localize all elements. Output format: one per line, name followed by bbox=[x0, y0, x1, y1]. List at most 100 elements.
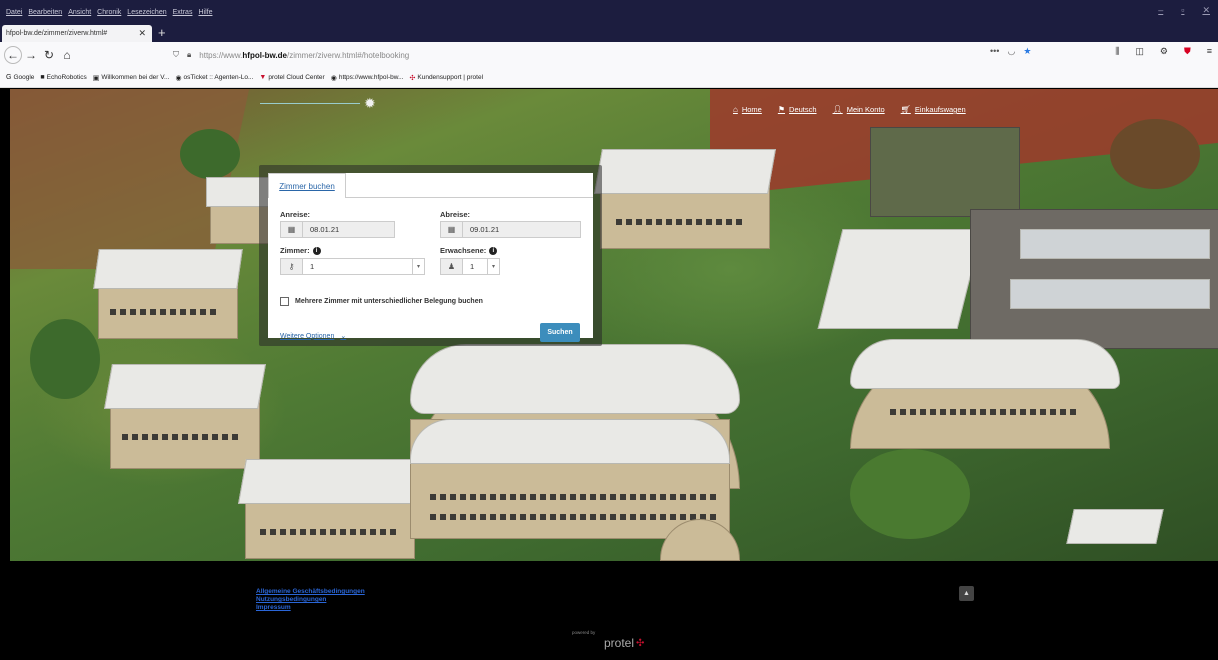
echorobotics-icon: ■ bbox=[40, 74, 45, 81]
windows-shape bbox=[430, 514, 720, 520]
library-icon[interactable]: ⫼ bbox=[1115, 46, 1119, 57]
campus-aerial-image: ✹ ⌂ Home ⚑ Deutsch 👤︎ Mein Konto 🛒︎ Einkaufs… bbox=[10, 89, 1218, 561]
maximize-icon[interactable]: ▫ bbox=[1181, 5, 1184, 16]
ublock-icon[interactable]: ⛊ bbox=[1184, 46, 1191, 57]
footer-links: Allgemeine Geschäftsbedingungen Nutzungs… bbox=[256, 588, 365, 611]
sidebar-icon[interactable]: ◫ bbox=[1135, 46, 1144, 57]
home-icon[interactable]: ⌂ bbox=[58, 46, 76, 64]
bookmark-protel-cloud[interactable]: ▼ protel Cloud Center bbox=[259, 74, 324, 81]
protel-mark-icon: ✣ bbox=[636, 637, 645, 649]
windows-shape bbox=[430, 494, 720, 500]
bookmark-kundensupport[interactable]: ✣ Kundensupport | protel bbox=[410, 74, 484, 82]
forward-arrow-icon[interactable]: → bbox=[22, 46, 40, 64]
tab-title: hfpol-bw.de/zimmer/ziverw.html# bbox=[6, 30, 108, 37]
footer-link-agb[interactable]: Allgemeine Geschäftsbedingungen bbox=[256, 588, 365, 595]
search-button[interactable]: Suchen bbox=[540, 323, 580, 342]
roof-shape bbox=[238, 459, 422, 504]
adults-label-row: Erwachsene: i bbox=[440, 246, 498, 255]
menu-hilfe[interactable]: Hilfe bbox=[198, 9, 212, 16]
bookmark-google[interactable]: G Google bbox=[6, 74, 34, 81]
nav-language-link[interactable]: ⚑ Deutsch bbox=[778, 105, 817, 114]
multi-room-checkbox[interactable] bbox=[280, 297, 289, 306]
page-actions-icon[interactable]: ••• bbox=[990, 46, 999, 57]
bookmark-osticket[interactable]: ◉ osTicket :: Agenten-Lo... bbox=[175, 74, 253, 82]
menu-datei[interactable]: Datei bbox=[6, 9, 22, 16]
google-icon: G bbox=[6, 74, 12, 81]
web-page: ✹ ⌂ Home ⚑ Deutsch 👤︎ Mein Konto 🛒︎ Einkaufs… bbox=[10, 89, 1218, 660]
menu-bearbeiten[interactable]: Bearbeiten bbox=[28, 9, 62, 16]
tab-divider bbox=[346, 197, 593, 198]
close-window-icon[interactable]: ✕ bbox=[1202, 5, 1210, 16]
browser-tab[interactable]: hfpol-bw.de/zimmer/ziverw.html# ✕ bbox=[2, 25, 152, 42]
bookmark-star-icon[interactable]: ★ bbox=[1023, 46, 1031, 57]
roof-shape bbox=[104, 364, 266, 409]
scroll-to-top-button[interactable]: ▲ bbox=[959, 586, 974, 601]
info-icon[interactable]: i bbox=[489, 246, 498, 255]
bookmark-label: EchoRobotics bbox=[46, 74, 87, 81]
lock-icon[interactable]: 🔒︎ bbox=[187, 50, 191, 60]
menu-lesezeichen[interactable]: Lesezeichen bbox=[127, 9, 166, 16]
roof-shape bbox=[850, 339, 1120, 389]
more-options-label: Weitere Optionen bbox=[280, 332, 335, 340]
url-bar[interactable]: ⛉ 🔒︎ https://www. hfpol-bw.de/zimmer/zive… bbox=[173, 46, 1043, 64]
protel-icon: ▼ bbox=[259, 74, 267, 81]
protel-brand: protel bbox=[604, 636, 635, 650]
bookmark-willkommen[interactable]: ▣ Willkommen bei der V... bbox=[93, 74, 170, 82]
close-tab-icon[interactable]: ✕ bbox=[138, 28, 146, 39]
menu-extras[interactable]: Extras bbox=[173, 9, 193, 16]
bookmark-label: osTicket :: Agenten-Lo... bbox=[183, 74, 254, 81]
roof-shape bbox=[410, 419, 730, 464]
bookmark-label: Kundensupport | protel bbox=[417, 74, 484, 81]
user-icon: 👤︎ bbox=[832, 105, 843, 114]
site-logo[interactable]: ✹ bbox=[260, 95, 376, 112]
roof-shape bbox=[93, 249, 243, 289]
calendar-icon: ▦ bbox=[441, 222, 463, 237]
pocket-icon[interactable]: ◡ bbox=[1007, 46, 1015, 57]
protel-logo[interactable]: protel ✣ bbox=[604, 636, 644, 650]
url-actions: ••• ◡ ★ bbox=[990, 46, 1031, 57]
nav-home-link[interactable]: ⌂ Home bbox=[733, 105, 762, 114]
adults-select[interactable]: ♟ 1 ▾ bbox=[440, 258, 500, 275]
rooms-select[interactable]: ⚷ 1 ▾ bbox=[280, 258, 425, 275]
footer-link-impressum[interactable]: Impressum bbox=[256, 604, 365, 611]
more-options-link[interactable]: Weitere Optionen ⌄ bbox=[280, 332, 347, 341]
multi-room-option[interactable]: Mehrere Zimmer mit unterschiedlicher Bel… bbox=[280, 297, 483, 306]
logo-sun-icon: ✹ bbox=[364, 95, 376, 111]
nav-language-label: Deutsch bbox=[789, 105, 817, 114]
arrival-date-field[interactable]: ▦ 08.01.21 bbox=[280, 221, 395, 238]
tab-bar: hfpol-bw.de/zimmer/ziverw.html# ✕ + bbox=[0, 24, 1218, 42]
reload-icon[interactable]: ↻ bbox=[40, 46, 58, 64]
bookmark-label: protel Cloud Center bbox=[268, 74, 325, 81]
bookmark-echorobotics[interactable]: ■ EchoRobotics bbox=[40, 74, 86, 81]
bookmark-label: Google bbox=[13, 74, 35, 81]
green-roof-shape bbox=[870, 127, 1020, 217]
minimize-icon[interactable]: – bbox=[1158, 5, 1163, 16]
departure-date-field[interactable]: ▦ 09.01.21 bbox=[440, 221, 581, 238]
menu-ansicht[interactable]: Ansicht bbox=[68, 9, 91, 16]
rooms-value: 1 bbox=[310, 262, 315, 271]
departure-label: Abreise: bbox=[440, 210, 471, 219]
nav-account-link[interactable]: 👤︎ Mein Konto bbox=[833, 105, 885, 114]
menu-chronik[interactable]: Chronik bbox=[97, 9, 121, 16]
nav-home-label: Home bbox=[741, 105, 762, 114]
back-arrow-icon[interactable]: ← bbox=[4, 46, 22, 64]
tab-zimmer-buchen[interactable]: Zimmer buchen bbox=[268, 173, 346, 198]
windows-shape bbox=[122, 434, 242, 440]
nav-cart-link[interactable]: 🛒︎ Einkaufswagen bbox=[901, 105, 966, 114]
browser-menubar: Datei Bearbeiten Ansicht Chronik Lesezei… bbox=[0, 0, 1218, 24]
bookmark-hfpol[interactable]: ◉ https://www.hfpol-bw... bbox=[331, 74, 404, 82]
skylight-shape bbox=[1010, 279, 1210, 309]
rooms-label-row: Zimmer: i bbox=[280, 246, 321, 255]
footer-link-nutzung[interactable]: Nutzungsbedingungen bbox=[256, 596, 365, 603]
roof-shape bbox=[410, 344, 740, 414]
home-icon: ⌂ bbox=[733, 105, 738, 114]
tree-shape bbox=[850, 449, 970, 539]
multi-room-label: Mehrere Zimmer mit unterschiedlicher Bel… bbox=[295, 298, 483, 305]
info-icon[interactable]: i bbox=[312, 246, 321, 255]
extension-icon[interactable]: ⚙ bbox=[1160, 46, 1168, 57]
new-tab-icon[interactable]: + bbox=[158, 25, 166, 41]
tracking-shield-icon[interactable]: ⛉ bbox=[173, 50, 179, 60]
chevron-down-icon: ⌄ bbox=[340, 333, 347, 340]
roof-shape bbox=[817, 229, 983, 329]
hamburger-menu-icon[interactable]: ≡ bbox=[1207, 46, 1212, 57]
